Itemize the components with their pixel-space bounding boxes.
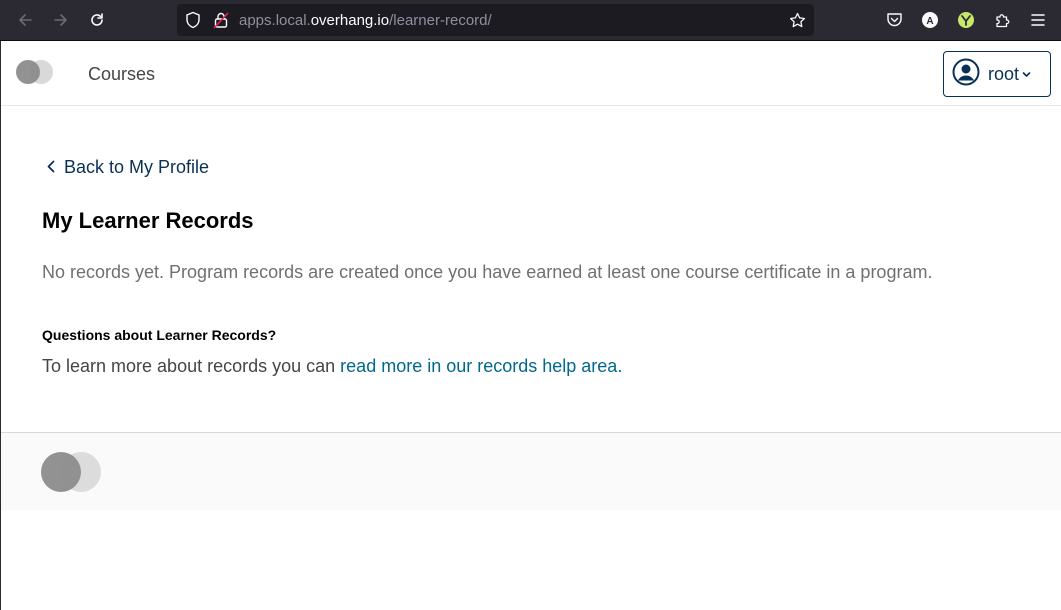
site-header: Courses root <box>1 41 1061 106</box>
empty-records-message: No records yet. Program records are crea… <box>42 262 933 282</box>
reload-icon[interactable] <box>83 6 111 34</box>
records-help-link[interactable]: read more in our records help area. <box>340 356 622 376</box>
svg-text:A: A <box>926 16 933 27</box>
help-text-prefix: To learn more about records you can <box>42 356 341 376</box>
nav-courses-link[interactable]: Courses <box>88 64 155 85</box>
site-footer <box>1 432 1061 510</box>
pocket-icon[interactable] <box>884 10 904 30</box>
chevron-left-icon <box>47 157 55 178</box>
shield-icon[interactable] <box>185 11 201 34</box>
hamburger-menu-icon[interactable] <box>1028 10 1048 30</box>
insecure-lock-icon[interactable] <box>213 11 229 34</box>
bookmark-star-icon[interactable] <box>789 12 806 34</box>
user-avatar-icon <box>952 58 980 91</box>
page-title: My Learner Records <box>42 208 254 233</box>
help-text: To learn more about records you can read… <box>42 356 622 377</box>
back-to-profile-link[interactable]: Back to My Profile <box>47 157 209 178</box>
site-logo[interactable] <box>16 60 53 84</box>
page: Courses root Back to My Profile My Learn… <box>0 41 1061 610</box>
chevron-down-icon <box>1022 65 1031 83</box>
user-menu-button[interactable]: root <box>943 51 1051 97</box>
user-name-label: root <box>988 63 1020 84</box>
questions-heading: Questions about Learner Records? <box>42 327 277 343</box>
forward-arrow-icon[interactable] <box>47 6 75 34</box>
back-link-label: Back to My Profile <box>64 157 210 177</box>
url-text[interactable]: apps.local.overhang.io/learner-record/ <box>239 12 492 29</box>
address-bar[interactable]: apps.local.overhang.io/learner-record/ <box>177 4 814 36</box>
account-a-icon[interactable]: A <box>920 10 940 30</box>
extension-shield-icon[interactable] <box>956 10 976 30</box>
footer-logo[interactable] <box>41 452 101 492</box>
browser-toolbar: apps.local.overhang.io/learner-record/ A <box>0 0 1061 41</box>
back-arrow-icon[interactable] <box>11 6 39 34</box>
extensions-puzzle-icon[interactable] <box>992 10 1012 30</box>
